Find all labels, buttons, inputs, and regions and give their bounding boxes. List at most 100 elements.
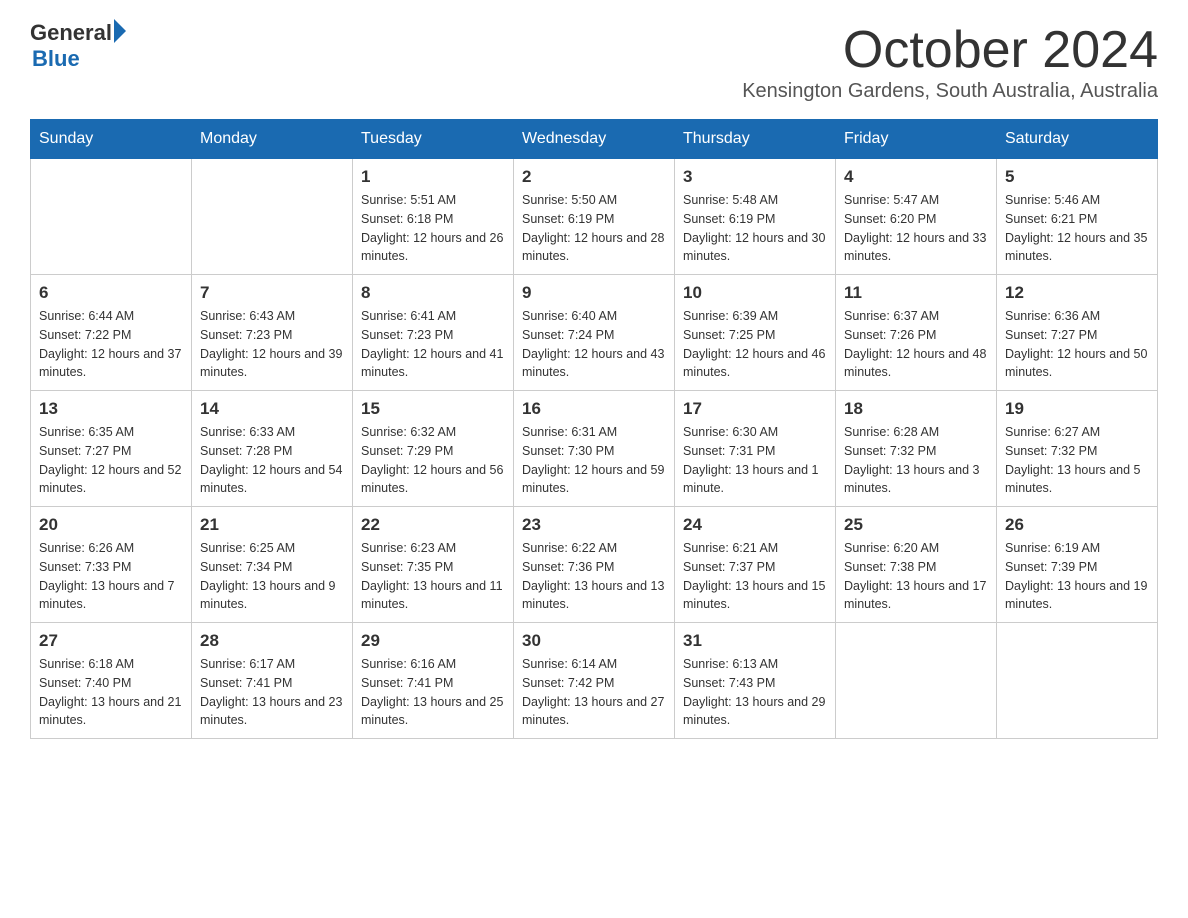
day-info: Sunrise: 6:16 AMSunset: 7:41 PMDaylight:…	[361, 655, 505, 730]
calendar-cell	[997, 623, 1158, 739]
day-info: Sunrise: 5:51 AMSunset: 6:18 PMDaylight:…	[361, 191, 505, 266]
logo: General Blue	[30, 20, 126, 72]
day-number: 21	[200, 515, 344, 535]
day-number: 26	[1005, 515, 1149, 535]
calendar-header-tuesday: Tuesday	[353, 120, 514, 159]
calendar-cell: 19Sunrise: 6:27 AMSunset: 7:32 PMDayligh…	[997, 391, 1158, 507]
calendar-cell: 21 Sunrise: 6:25 AMSunset: 7:34 PMDayligh…	[192, 507, 353, 623]
day-number: 8	[361, 283, 505, 303]
day-info: Sunrise: 6:22 AMSunset: 7:36 PMDaylight:…	[522, 539, 666, 614]
calendar-week-row: 27Sunrise: 6:18 AMSunset: 7:40 PMDayligh…	[31, 623, 1158, 739]
calendar-header-sunday: Sunday	[31, 120, 192, 159]
day-number: 15	[361, 399, 505, 419]
calendar-cell: 27Sunrise: 6:18 AMSunset: 7:40 PMDayligh…	[31, 623, 192, 739]
day-number: 10	[683, 283, 827, 303]
day-info: Sunrise: 6:26 AMSunset: 7:33 PMDaylight:…	[39, 539, 183, 614]
day-number: 20	[39, 515, 183, 535]
day-number: 5	[1005, 167, 1149, 187]
day-info: Sunrise: 6:40 AMSunset: 7:24 PMDaylight:…	[522, 307, 666, 382]
calendar-header-thursday: Thursday	[675, 120, 836, 159]
calendar-cell: 26 Sunrise: 6:19 AMSunset: 7:39 PMDayligh…	[997, 507, 1158, 623]
title-block: October 2024 Kensington Gardens, South A…	[742, 20, 1158, 115]
day-number: 23	[522, 515, 666, 535]
day-number: 12	[1005, 283, 1149, 303]
calendar-cell	[31, 159, 192, 275]
day-info: Sunrise: 6:37 AMSunset: 7:26 PMDaylight:…	[844, 307, 988, 382]
month-title: October 2024	[742, 20, 1158, 80]
calendar-cell: 20 Sunrise: 6:26 AMSunset: 7:33 PMDayligh…	[31, 507, 192, 623]
day-info: Sunrise: 6:20 AMSunset: 7:38 PMDaylight:…	[844, 539, 988, 614]
day-info: Sunrise: 6:14 AMSunset: 7:42 PMDaylight:…	[522, 655, 666, 730]
logo-blue-text: Blue	[32, 46, 126, 72]
day-number: 22	[361, 515, 505, 535]
calendar-cell: 12 Sunrise: 6:36 AMSunset: 7:27 PMDayligh…	[997, 275, 1158, 391]
calendar-cell: 2Sunrise: 5:50 AMSunset: 6:19 PMDaylight…	[514, 159, 675, 275]
calendar-cell: 18 Sunrise: 6:28 AMSunset: 7:32 PMDayligh…	[836, 391, 997, 507]
day-number: 3	[683, 167, 827, 187]
calendar-cell: 15 Sunrise: 6:32 AMSunset: 7:29 PMDayligh…	[353, 391, 514, 507]
day-info: Sunrise: 5:47 AMSunset: 6:20 PMDaylight:…	[844, 191, 988, 266]
day-info: Sunrise: 5:46 AMSunset: 6:21 PMDaylight:…	[1005, 191, 1149, 266]
day-number: 1	[361, 167, 505, 187]
day-info: Sunrise: 6:30 AMSunset: 7:31 PMDaylight:…	[683, 423, 827, 498]
day-number: 18	[844, 399, 988, 419]
calendar-cell: 28 Sunrise: 6:17 AMSunset: 7:41 PMDayligh…	[192, 623, 353, 739]
day-info: Sunrise: 6:39 AMSunset: 7:25 PMDaylight:…	[683, 307, 827, 382]
day-info: Sunrise: 6:36 AMSunset: 7:27 PMDaylight:…	[1005, 307, 1149, 382]
calendar-cell: 23 Sunrise: 6:22 AMSunset: 7:36 PMDayligh…	[514, 507, 675, 623]
calendar-cell: 14 Sunrise: 6:33 AMSunset: 7:28 PMDayligh…	[192, 391, 353, 507]
calendar-cell: 24 Sunrise: 6:21 AMSunset: 7:37 PMDayligh…	[675, 507, 836, 623]
calendar-cell: 4 Sunrise: 5:47 AMSunset: 6:20 PMDaylight…	[836, 159, 997, 275]
calendar-cell: 30 Sunrise: 6:14 AMSunset: 7:42 PMDayligh…	[514, 623, 675, 739]
day-number: 4	[844, 167, 988, 187]
day-number: 13	[39, 399, 183, 419]
day-number: 28	[200, 631, 344, 651]
day-info: Sunrise: 6:19 AMSunset: 7:39 PMDaylight:…	[1005, 539, 1149, 614]
day-number: 30	[522, 631, 666, 651]
day-info: Sunrise: 5:48 AMSunset: 6:19 PMDaylight:…	[683, 191, 827, 266]
calendar-cell: 5 Sunrise: 5:46 AMSunset: 6:21 PMDaylight…	[997, 159, 1158, 275]
day-number: 14	[200, 399, 344, 419]
calendar-header-monday: Monday	[192, 120, 353, 159]
day-info: Sunrise: 6:27 AMSunset: 7:32 PMDaylight:…	[1005, 423, 1149, 498]
day-number: 9	[522, 283, 666, 303]
calendar-header-saturday: Saturday	[997, 120, 1158, 159]
calendar-cell: 13 Sunrise: 6:35 AMSunset: 7:27 PMDayligh…	[31, 391, 192, 507]
calendar-week-row: 20 Sunrise: 6:26 AMSunset: 7:33 PMDayligh…	[31, 507, 1158, 623]
calendar-cell: 17Sunrise: 6:30 AMSunset: 7:31 PMDayligh…	[675, 391, 836, 507]
calendar-cell: 7Sunrise: 6:43 AMSunset: 7:23 PMDaylight…	[192, 275, 353, 391]
day-number: 31	[683, 631, 827, 651]
day-info: Sunrise: 6:32 AMSunset: 7:29 PMDaylight:…	[361, 423, 505, 498]
calendar-cell: 1 Sunrise: 5:51 AMSunset: 6:18 PMDaylight…	[353, 159, 514, 275]
calendar-cell: 8Sunrise: 6:41 AMSunset: 7:23 PMDaylight…	[353, 275, 514, 391]
calendar-week-row: 6Sunrise: 6:44 AMSunset: 7:22 PMDaylight…	[31, 275, 1158, 391]
day-info: Sunrise: 6:13 AMSunset: 7:43 PMDaylight:…	[683, 655, 827, 730]
calendar-cell: 29 Sunrise: 6:16 AMSunset: 7:41 PMDayligh…	[353, 623, 514, 739]
calendar-week-row: 13 Sunrise: 6:35 AMSunset: 7:27 PMDayligh…	[31, 391, 1158, 507]
logo-triangle-icon	[114, 19, 126, 43]
day-number: 2	[522, 167, 666, 187]
calendar-cell: 16Sunrise: 6:31 AMSunset: 7:30 PMDayligh…	[514, 391, 675, 507]
day-number: 24	[683, 515, 827, 535]
day-number: 11	[844, 283, 988, 303]
calendar-table: SundayMondayTuesdayWednesdayThursdayFrid…	[30, 119, 1158, 739]
day-info: Sunrise: 6:35 AMSunset: 7:27 PMDaylight:…	[39, 423, 183, 498]
day-info: Sunrise: 6:18 AMSunset: 7:40 PMDaylight:…	[39, 655, 183, 730]
day-info: Sunrise: 6:21 AMSunset: 7:37 PMDaylight:…	[683, 539, 827, 614]
calendar-week-row: 1 Sunrise: 5:51 AMSunset: 6:18 PMDaylight…	[31, 159, 1158, 275]
calendar-cell: 31 Sunrise: 6:13 AMSunset: 7:43 PMDayligh…	[675, 623, 836, 739]
day-info: Sunrise: 6:28 AMSunset: 7:32 PMDaylight:…	[844, 423, 988, 498]
day-info: Sunrise: 6:17 AMSunset: 7:41 PMDaylight:…	[200, 655, 344, 730]
calendar-header-friday: Friday	[836, 120, 997, 159]
calendar-cell: 10 Sunrise: 6:39 AMSunset: 7:25 PMDayligh…	[675, 275, 836, 391]
day-info: Sunrise: 6:44 AMSunset: 7:22 PMDaylight:…	[39, 307, 183, 382]
day-number: 7	[200, 283, 344, 303]
day-info: Sunrise: 6:33 AMSunset: 7:28 PMDaylight:…	[200, 423, 344, 498]
day-info: Sunrise: 6:25 AMSunset: 7:34 PMDaylight:…	[200, 539, 344, 614]
calendar-header-row: SundayMondayTuesdayWednesdayThursdayFrid…	[31, 120, 1158, 159]
calendar-cell: 25Sunrise: 6:20 AMSunset: 7:38 PMDayligh…	[836, 507, 997, 623]
logo-general-text: General	[30, 20, 112, 46]
day-number: 29	[361, 631, 505, 651]
day-info: Sunrise: 6:31 AMSunset: 7:30 PMDaylight:…	[522, 423, 666, 498]
calendar-cell: 3 Sunrise: 5:48 AMSunset: 6:19 PMDaylight…	[675, 159, 836, 275]
